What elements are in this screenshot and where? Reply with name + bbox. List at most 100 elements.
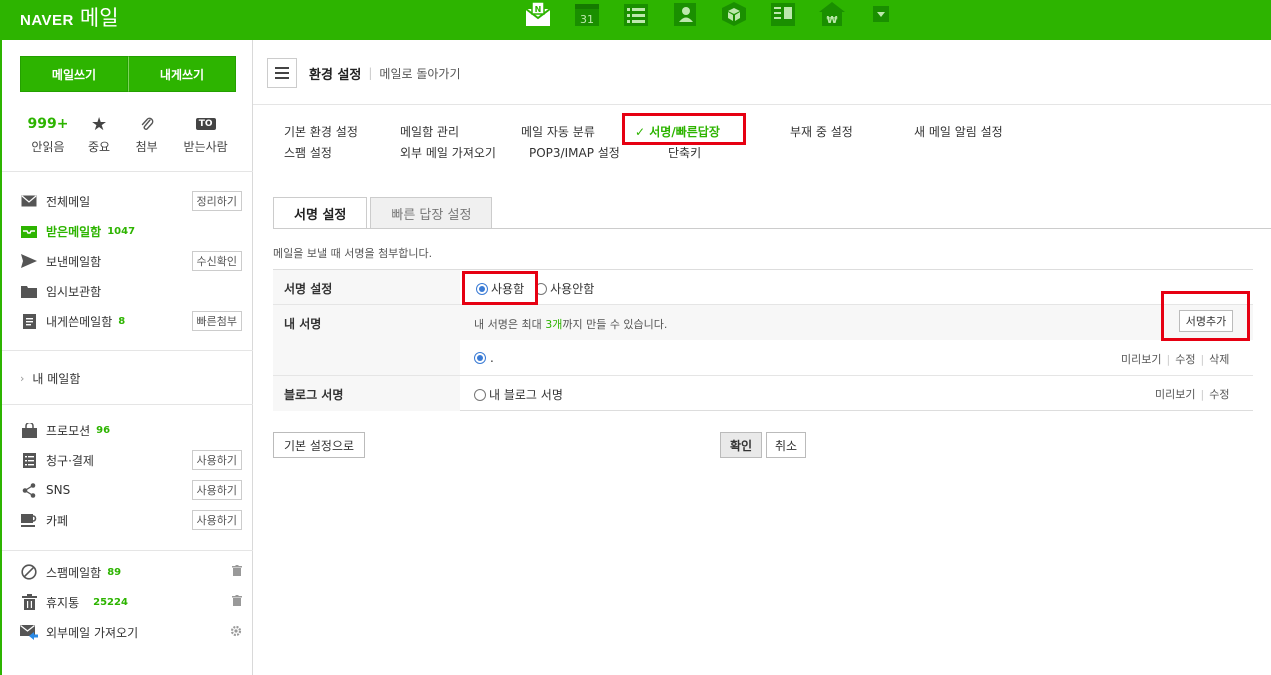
tab-auto-filter[interactable]: 메일 자동 분류	[521, 123, 595, 140]
trash-icon[interactable]	[232, 595, 242, 609]
tab-mailbox-management[interactable]: 메일함 관리	[400, 123, 459, 140]
preview-link[interactable]: 미리보기	[1121, 351, 1161, 367]
send-icon	[20, 252, 38, 270]
mailbox-spam[interactable]: 스팸메일함 89	[20, 561, 242, 583]
blog-signature-actions: 미리보기 | 수정	[1155, 386, 1230, 402]
contacts-icon[interactable]	[669, 0, 701, 28]
mailbox-name: 받은메일함	[46, 224, 102, 239]
tab-new-mail-alarm[interactable]: 새 메일 알림 설정	[914, 123, 1003, 140]
box-icon[interactable]	[718, 0, 750, 28]
mailbox-sns[interactable]: SNS 사용하기	[20, 479, 242, 501]
delete-link[interactable]: 삭제	[1209, 351, 1229, 367]
write-buttons: 메일쓰기 내게쓰기	[20, 56, 236, 92]
important-filter[interactable]: ★ 중요	[76, 112, 122, 155]
mailbox-count: 25224	[93, 596, 128, 608]
tab-spam-settings[interactable]: 스팸 설정	[284, 144, 332, 161]
header-separator: |	[368, 66, 373, 80]
signature-description: 메일을 보낼 때 서명을 첨부합니다.	[273, 247, 433, 260]
attachment-label: 첨부	[135, 140, 158, 154]
sub-tabs: 서명 설정 빠른 답장 설정	[273, 197, 493, 229]
more-dropdown-icon[interactable]	[865, 0, 897, 28]
mailbox-inbox[interactable]: 받은메일함 1047	[20, 220, 242, 242]
highlight-box	[622, 113, 746, 145]
mailbox-all[interactable]: 전체메일 정리하기	[20, 190, 242, 212]
paperclip-icon	[140, 112, 154, 136]
coffee-cup-icon	[20, 511, 38, 529]
app-icons: N 31 ₩	[522, 0, 914, 28]
highlight-box	[1161, 291, 1250, 341]
signature-actions: 미리보기 | 수정 | 삭제	[1121, 351, 1230, 367]
row-label: 블로그 서명	[273, 376, 460, 411]
unread-label: 안읽음	[31, 140, 65, 154]
hamburger-menu-button[interactable]	[267, 58, 297, 88]
organize-button[interactable]: 정리하기	[191, 191, 242, 211]
sidebar: 메일쓰기 내게쓰기 999+ 안읽음 ★ 중요 첨부 TO 받는사람 전체메일 …	[0, 40, 253, 675]
back-to-mail-link[interactable]: 메일로 돌아가기	[379, 65, 460, 82]
mailbox-name: 전체메일	[46, 194, 91, 209]
tab-basic-settings[interactable]: 기본 환경 설정	[284, 123, 358, 140]
top-bar: NAVER 메일 N 31 ₩	[0, 0, 1271, 40]
mailbox-trash[interactable]: 휴지통 25224	[20, 591, 242, 613]
tab-pop3-imap[interactable]: POP3/IMAP 설정	[529, 144, 620, 161]
receipt-icon	[20, 451, 38, 469]
mailbox-external[interactable]: 외부메일 가져오기	[20, 621, 242, 643]
tab-external-mail[interactable]: 외부 메일 가져오기	[400, 144, 496, 161]
divider	[2, 171, 253, 172]
recipient-filter[interactable]: TO 받는사람	[171, 112, 240, 155]
blog-signature-radio[interactable]	[474, 388, 486, 401]
mail-app-icon[interactable]: N	[522, 0, 554, 28]
folder-icon	[20, 282, 38, 300]
attachment-filter[interactable]: 첨부	[122, 112, 171, 155]
mailbox-count: 96	[96, 424, 111, 436]
tab-absence[interactable]: 부재 중 설정	[790, 123, 853, 140]
mailbox-drafts[interactable]: 임시보관함	[20, 280, 242, 302]
divider	[2, 550, 253, 551]
preview-link[interactable]: 미리보기	[1155, 386, 1195, 402]
naver-mail-logo[interactable]: NAVER 메일	[20, 2, 119, 32]
edit-link[interactable]: 수정	[1209, 386, 1229, 402]
mailbox-promotion[interactable]: 프로모션 96	[20, 419, 242, 441]
mailbox-name: 프로모션	[46, 423, 91, 438]
trash-icon[interactable]	[232, 565, 242, 579]
mailbox-count: 1047	[107, 225, 136, 237]
share-icon	[20, 481, 38, 499]
tab-quick-reply-settings[interactable]: 빠른 답장 설정	[370, 197, 493, 229]
memo-icon[interactable]	[767, 0, 799, 28]
calendar-icon[interactable]: 31	[571, 0, 603, 28]
enable-button[interactable]: 사용하기	[191, 510, 242, 530]
tab-shortcuts[interactable]: 단축키	[668, 144, 701, 161]
mail-logo-text: 메일	[79, 6, 119, 30]
mailbox-self[interactable]: 내게쓴메일함 8 빠른첨부	[20, 310, 242, 332]
my-signature-row: 내 서명 내 서명은 최대 3개까지 만들 수 있습니다. 서명추가 . 미리보…	[273, 305, 1253, 411]
write-to-self-button[interactable]: 내게쓰기	[128, 56, 236, 92]
list-icon[interactable]	[620, 0, 652, 28]
important-label: 중요	[88, 140, 111, 154]
row-label: 내 서명	[273, 305, 460, 375]
my-mailbox-toggle[interactable]: › 내 메일함	[20, 367, 242, 389]
limit-prefix: 내 서명은 최대	[474, 318, 546, 331]
enable-button[interactable]: 사용하기	[191, 450, 242, 470]
limit-suffix: 까지 만들 수 있습니다.	[562, 318, 668, 331]
pay-icon[interactable]: ₩	[816, 0, 848, 28]
envelope-icon	[20, 192, 38, 210]
tab-signature-settings[interactable]: 서명 설정	[273, 197, 368, 229]
enable-button[interactable]: 사용하기	[191, 480, 242, 500]
signature-radio[interactable]	[474, 352, 486, 364]
gear-icon[interactable]	[230, 625, 242, 640]
signature-limit-text: 내 서명은 최대 3개까지 만들 수 있습니다.	[474, 316, 667, 332]
mailbox-name: 카페	[46, 513, 69, 528]
mailbox-count: 8	[118, 315, 126, 327]
mailbox-sent[interactable]: 보낸메일함 수신확인	[20, 250, 242, 272]
read-receipt-button[interactable]: 수신확인	[191, 251, 242, 271]
write-mail-button[interactable]: 메일쓰기	[20, 56, 128, 92]
divider	[2, 404, 253, 405]
quick-attach-button[interactable]: 빠른첨부	[191, 311, 242, 331]
mailbox-billing[interactable]: 청구·결제 사용하기	[20, 449, 242, 471]
confirm-button[interactable]: 확인	[720, 432, 762, 458]
cancel-button[interactable]: 취소	[766, 432, 806, 458]
unread-filter[interactable]: 999+ 안읽음	[20, 112, 76, 155]
reset-default-button[interactable]: 기본 설정으로	[273, 432, 365, 458]
edit-link[interactable]: 수정	[1175, 351, 1195, 367]
mailbox-cafe[interactable]: 카페 사용하기	[20, 509, 242, 531]
mailbox-name: 보낸메일함	[46, 254, 102, 269]
